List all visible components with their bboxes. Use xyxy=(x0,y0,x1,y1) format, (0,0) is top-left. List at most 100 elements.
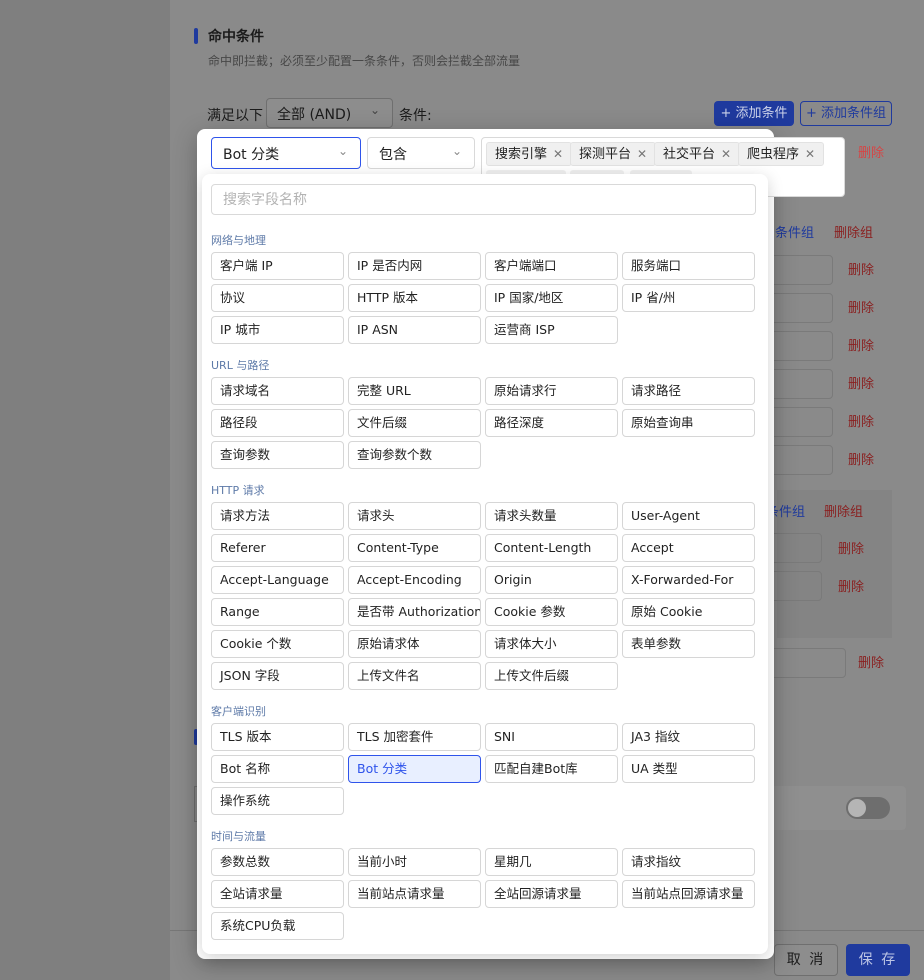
field-option[interactable]: 文件后缀 xyxy=(348,409,481,437)
field-option[interactable]: TLS 加密套件 xyxy=(348,723,481,751)
field-option[interactable]: 查询参数个数 xyxy=(348,441,481,469)
section-title: 命中条件 xyxy=(208,29,264,45)
delete-button[interactable]: 删除 xyxy=(848,297,874,316)
delete-button[interactable]: 删除 xyxy=(848,259,874,278)
match-mode-select[interactable]: 全部 (AND) ⌄ xyxy=(266,98,393,128)
delete-button[interactable]: 删除 xyxy=(838,538,864,557)
field-option[interactable]: Accept-Language xyxy=(211,566,344,594)
field-option[interactable]: 星期几 xyxy=(485,848,618,876)
field-option[interactable]: 上传文件后缀 xyxy=(485,662,618,690)
field-option[interactable]: 服务端口 xyxy=(622,252,755,280)
close-icon[interactable]: ✕ xyxy=(553,147,563,161)
field-group-title: 客户端识别 xyxy=(211,705,266,718)
add-condition-group-button[interactable]: + 添加条件组 xyxy=(800,101,892,126)
field-option[interactable]: 原始请求行 xyxy=(485,377,618,405)
value-tag: 探测平台 ✕ xyxy=(570,142,657,166)
conditions-label: 条件: xyxy=(399,108,432,124)
delete-condition-button[interactable]: 删除 xyxy=(858,142,884,161)
field-option[interactable]: JA3 指纹 xyxy=(622,723,755,751)
field-option[interactable]: 原始请求体 xyxy=(348,630,481,658)
field-option[interactable]: 当前小时 xyxy=(348,848,481,876)
field-option[interactable]: 上传文件名 xyxy=(348,662,481,690)
field-option[interactable]: IP 是否内网 xyxy=(348,252,481,280)
field-search-input[interactable] xyxy=(211,184,756,215)
field-option[interactable]: 客户端 IP xyxy=(211,252,344,280)
field-option[interactable]: IP 国家/地区 xyxy=(485,284,618,312)
field-option[interactable]: Accept-Encoding xyxy=(348,566,481,594)
field-option[interactable]: 运营商 ISP xyxy=(485,316,618,344)
save-button[interactable]: 保 存 xyxy=(846,944,910,976)
field-group-title: 网络与地理 xyxy=(211,234,266,247)
field-option[interactable]: Bot 分类 xyxy=(348,755,481,783)
field-option[interactable]: 匹配自建Bot库 xyxy=(485,755,618,783)
field-option[interactable]: 全站请求量 xyxy=(211,880,344,908)
field-option[interactable]: JSON 字段 xyxy=(211,662,344,690)
field-option[interactable]: 操作系统 xyxy=(211,787,344,815)
delete-button[interactable]: 删除 xyxy=(858,652,884,671)
field-option[interactable]: 是否带 Authorization xyxy=(348,598,481,626)
field-option[interactable]: 完整 URL xyxy=(348,377,481,405)
field-option[interactable]: 请求指纹 xyxy=(622,848,755,876)
field-option[interactable]: Bot 名称 xyxy=(211,755,344,783)
cancel-button[interactable]: 取 消 xyxy=(774,944,838,976)
close-icon[interactable]: ✕ xyxy=(805,147,815,161)
field-option[interactable]: 原始 Cookie xyxy=(622,598,755,626)
field-option[interactable]: 请求域名 xyxy=(211,377,344,405)
field-option[interactable]: IP 省/州 xyxy=(622,284,755,312)
value-tag: 社交平台 ✕ xyxy=(654,142,741,166)
field-option[interactable]: 当前站点请求量 xyxy=(348,880,481,908)
field-option[interactable]: 全站回源请求量 xyxy=(485,880,618,908)
field-option[interactable]: 参数总数 xyxy=(211,848,344,876)
field-option[interactable]: TLS 版本 xyxy=(211,723,344,751)
field-option[interactable]: IP ASN xyxy=(348,316,481,344)
field-option[interactable]: User-Agent xyxy=(622,502,755,530)
field-group-options: 请求方法 请求头 请求头数量 User-Agent Referer Content-Typ… xyxy=(211,502,756,690)
field-option[interactable]: Cookie 个数 xyxy=(211,630,344,658)
delete-group-button[interactable]: 删除组 xyxy=(834,222,873,241)
operator-select-value: 包含 xyxy=(379,147,407,163)
field-option[interactable]: 请求方法 xyxy=(211,502,344,530)
field-option[interactable]: X-Forwarded-For xyxy=(622,566,755,594)
field-select[interactable]: Bot 分类 ⌄ xyxy=(211,137,361,169)
field-option[interactable]: 请求头数量 xyxy=(485,502,618,530)
close-icon[interactable]: ✕ xyxy=(637,147,647,161)
delete-button[interactable]: 删除 xyxy=(848,373,874,392)
field-option[interactable]: 路径段 xyxy=(211,409,344,437)
field-option[interactable]: 请求体大小 xyxy=(485,630,618,658)
field-option[interactable]: UA 类型 xyxy=(622,755,755,783)
field-option[interactable]: Accept xyxy=(622,534,755,562)
field-dropdown: 网络与地理客户端 IPIP 是否内网客户端端口服务端口协议HTTP 版本IP 国… xyxy=(202,174,768,954)
delete-button[interactable]: 删除 xyxy=(848,449,874,468)
field-group-options: 请求域名 完整 URL 原始请求行 请求路径路径段 文件后缀 路径深度 原始查询串查询参数查… xyxy=(211,377,756,469)
delete-button[interactable]: 删除 xyxy=(848,335,874,354)
enable-toggle[interactable] xyxy=(846,797,890,819)
field-option[interactable]: 原始查询串 xyxy=(622,409,755,437)
field-group-options: 参数总数 当前小时 星期几 请求指纹全站请求量 当前站点请求量 全站回源请求量 当前站点回源… xyxy=(211,848,756,940)
operator-select[interactable]: 包含 ⌄ xyxy=(367,137,475,169)
field-option[interactable]: Content-Length xyxy=(485,534,618,562)
field-option[interactable]: 协议 xyxy=(211,284,344,312)
field-option[interactable]: 请求路径 xyxy=(622,377,755,405)
field-option[interactable]: Referer xyxy=(211,534,344,562)
add-condition-button[interactable]: + 添加条件 xyxy=(714,101,794,126)
field-option[interactable]: 表单参数 xyxy=(622,630,755,658)
field-option[interactable]: Cookie 参数 xyxy=(485,598,618,626)
field-option[interactable]: IP 城市 xyxy=(211,316,344,344)
field-option[interactable]: 请求头 xyxy=(348,502,481,530)
field-option[interactable]: SNI xyxy=(485,723,618,751)
field-option[interactable]: 客户端端口 xyxy=(485,252,618,280)
delete-group-button[interactable]: 删除组 xyxy=(824,501,863,520)
field-option[interactable]: Origin xyxy=(485,566,618,594)
value-tag-label: 搜索引擎 xyxy=(495,147,548,162)
delete-button[interactable]: 删除 xyxy=(848,411,874,430)
field-option[interactable]: 当前站点回源请求量 xyxy=(622,880,755,908)
field-option[interactable]: Range xyxy=(211,598,344,626)
field-option[interactable]: Content-Type xyxy=(348,534,481,562)
field-option[interactable]: 路径深度 xyxy=(485,409,618,437)
field-option[interactable]: 系统CPU负载 xyxy=(211,912,344,940)
delete-button[interactable]: 删除 xyxy=(838,576,864,595)
field-option[interactable]: 查询参数 xyxy=(211,441,344,469)
field-option[interactable]: HTTP 版本 xyxy=(348,284,481,312)
value-tag-label: 爬虫程序 xyxy=(747,147,800,162)
close-icon[interactable]: ✕ xyxy=(721,147,731,161)
